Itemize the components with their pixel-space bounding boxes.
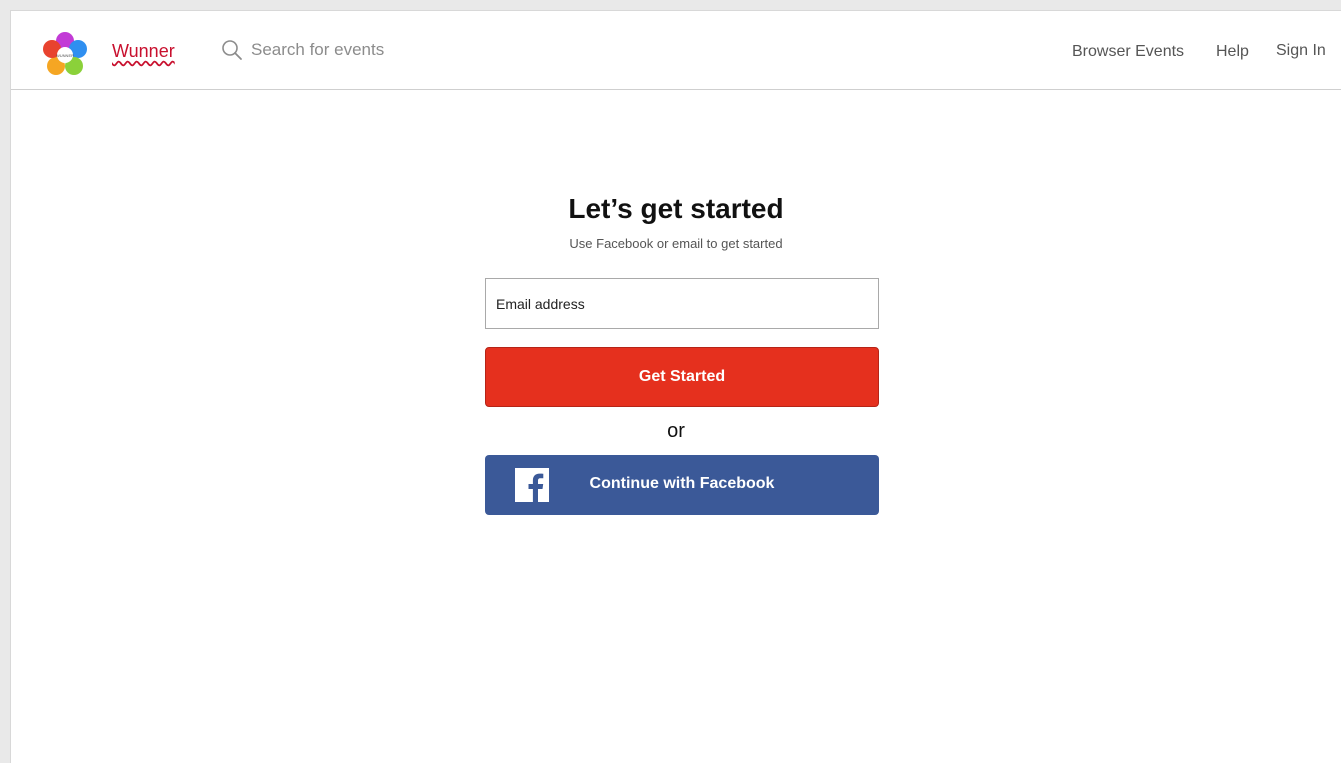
- nav-browse-events[interactable]: Browser Events: [1072, 43, 1184, 61]
- svg-text:WUNNER: WUNNER: [56, 53, 74, 58]
- page-frame: WUNNER Wunner Browser Events Help Sign I…: [10, 10, 1341, 763]
- page-subtitle: Use Facebook or email to get started: [569, 236, 783, 251]
- page-title: Let’s get started: [568, 193, 784, 224]
- get-started-label: Get Started: [638, 368, 726, 385]
- email-field[interactable]: [485, 278, 879, 329]
- nav-sign-in[interactable]: Sign In: [1276, 42, 1326, 60]
- flower-logo-icon[interactable]: WUNNER: [41, 31, 89, 79]
- top-header: WUNNER Wunner Browser Events Help Sign I…: [11, 11, 1341, 90]
- facebook-button[interactable]: Continue with Facebook: [485, 455, 879, 515]
- search-bar[interactable]: [221, 39, 453, 61]
- facebook-label: Continue with Facebook: [589, 475, 775, 492]
- brand-name[interactable]: Wunner: [112, 41, 175, 62]
- or-divider: or: [667, 420, 685, 442]
- search-input[interactable]: [249, 39, 453, 61]
- search-icon: [222, 40, 242, 60]
- nav-help[interactable]: Help: [1216, 43, 1249, 61]
- get-started-button[interactable]: Get Started: [485, 347, 879, 407]
